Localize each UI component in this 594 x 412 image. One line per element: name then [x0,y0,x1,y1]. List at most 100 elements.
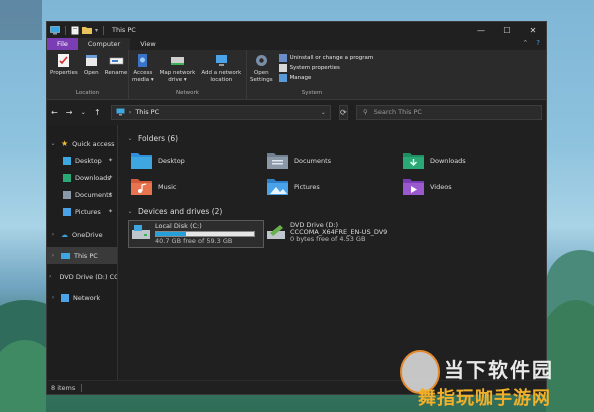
expand-chevron-icon[interactable]: › [49,231,57,238]
address-path: This PC [135,108,160,116]
close-button[interactable]: ✕ [520,22,546,38]
ribbon-group-system: Open Settings Uninstall or change a prog… [247,50,377,99]
recent-locations-chevron-icon[interactable]: ⌄ [80,109,86,116]
nav-desktop[interactable]: Desktop ✦ [47,152,117,169]
folder-videos[interactable]: Videos [402,175,538,198]
folders-grid: Desktop Documents Downloads Music Pictur… [130,149,538,198]
rename-icon [109,57,123,65]
maximize-button[interactable]: ☐ [494,22,520,38]
tab-view[interactable]: View [130,38,165,50]
add-network-location-label-line2: location [210,77,233,83]
address-dropdown-icon[interactable]: ⌄ [321,109,326,116]
new-folder-quick-icon[interactable] [82,26,92,34]
documents-folder-icon [63,190,71,199]
properties-icon [58,54,70,67]
search-input[interactable]: ⚲ Search This PC [356,104,542,120]
folder-pictures[interactable]: Pictures [266,175,402,198]
open-icon [85,55,97,66]
system-properties-icon [278,64,287,72]
ribbon-group-location: Properties Open Rename Location [47,50,129,99]
expand-chevron-icon[interactable]: › [49,252,57,259]
pictures-folder-icon [63,207,71,216]
map-network-drive-button[interactable]: Map network drive ▾ [157,53,199,90]
system-properties-button[interactable]: System properties [278,64,374,72]
this-pc-nav-icon [61,252,70,259]
nav-network[interactable]: › Network [47,289,117,306]
nav-this-pc[interactable]: › This PC [47,247,117,264]
nav-onedrive[interactable]: › ☁ OneDrive [47,226,117,243]
downloads-folder-icon [63,173,71,182]
expand-chevron-icon[interactable]: › [49,294,57,301]
folder-documents-label: Documents [294,156,332,165]
manage-icon [278,74,287,82]
devices-section-header[interactable]: ⌄ Devices and drives (2) [126,204,538,218]
folders-section-header[interactable]: ⌄ Folders (6) [126,131,538,145]
folder-pictures-label: Pictures [294,182,320,191]
file-explorer-window: ▾ This PC — ☐ ✕ File Computer View ⌃ ? P… [46,21,547,395]
refresh-button[interactable]: ⟳ [338,104,348,120]
properties-quick-icon[interactable] [71,26,79,35]
collapse-chevron-icon[interactable]: ⌄ [126,208,134,215]
desktop-wallpaper-left [0,0,46,412]
local-disk-name: Local Disk (C:) [155,222,202,230]
expand-chevron-icon[interactable]: › [49,273,51,280]
add-network-location-button[interactable]: Add a network location [198,53,244,90]
folder-downloads[interactable]: Downloads [402,149,538,172]
folder-music-label: Music [158,182,177,191]
ribbon-tabs: File Computer View ⌃ ? [47,38,546,50]
nav-downloads[interactable]: Downloads ✦ [47,169,117,186]
star-icon: ★ [61,139,69,148]
back-button[interactable]: ← [51,108,58,117]
folder-desktop[interactable]: Desktop [130,149,266,172]
manage-button[interactable]: Manage [278,74,374,82]
properties-button[interactable]: Properties [47,53,81,90]
hard-drive-icon [132,225,150,239]
pictures-folder-large-icon [267,179,288,195]
open-button[interactable]: Open [81,53,102,90]
location-group-label: Location [75,90,100,96]
nav-downloads-label: Downloads [75,173,111,182]
nav-this-pc-label: This PC [74,251,98,260]
folder-documents[interactable]: Documents [266,149,402,172]
drives-grid: Local Disk (C:) 40.7 GB free of 59.3 GB … [128,220,538,248]
local-disk-c[interactable]: Local Disk (C:) 40.7 GB free of 59.3 GB [128,220,264,248]
search-icon: ⚲ [363,108,368,116]
nav-network-label: Network [73,293,101,302]
folder-music[interactable]: Music [130,175,266,198]
rename-button[interactable]: Rename [102,53,131,90]
uninstall-program-button[interactable]: Uninstall or change a program [278,54,373,62]
access-media-label-line2: media ▾ [132,77,154,83]
tab-file[interactable]: File [47,38,78,50]
dvd-drive-d[interactable]: DVD Drive (D:) CCCOMA_X64FRE_EN-US_DV9 0… [264,220,434,248]
access-media-icon [138,54,148,67]
local-disk-free: 40.7 GB free of 59.3 GB [155,237,233,245]
quick-access-toolbar-chevron-icon[interactable]: ▾ [95,27,98,34]
pin-icon: ✦ [107,174,113,181]
minimize-button[interactable]: — [468,22,494,38]
nav-documents[interactable]: Documents ✦ [47,186,117,203]
forward-button[interactable]: → [66,108,73,117]
navigation-pane: ⌄ ★ Quick access Desktop ✦ Downloads ✦ D… [47,125,118,380]
expand-chevron-icon[interactable]: ⌄ [49,140,57,147]
desktop-icon[interactable] [0,0,42,40]
desktop-folder-icon [63,156,71,165]
help-icon[interactable]: ? [536,39,540,47]
up-button[interactable]: ↑ [94,108,101,117]
map-network-drive-label-line2: drive ▾ [168,77,187,83]
collapse-chevron-icon[interactable]: ⌄ [126,135,134,142]
address-input[interactable]: › This PC ⌄ [110,104,331,120]
folder-videos-label: Videos [430,182,452,191]
open-settings-button[interactable]: Open Settings [247,53,276,90]
nav-pictures[interactable]: Pictures ✦ [47,203,117,220]
access-media-label-line1: Access [133,70,153,76]
access-media-button[interactable]: Access media ▾ [129,53,157,90]
watermark-text-1: 当下软件园 [444,358,554,382]
address-separator-icon: › [128,108,132,116]
devices-header: Devices and drives (2) [138,206,223,216]
tab-computer[interactable]: Computer [77,38,131,50]
nav-dvd-drive[interactable]: › DVD Drive (D:) CCCO [47,268,117,285]
properties-label: Properties [50,70,78,76]
collapse-ribbon-icon[interactable]: ⌃ [522,39,528,47]
nav-quick-access[interactable]: ⌄ ★ Quick access [47,135,117,152]
nav-pictures-label: Pictures [75,207,101,216]
